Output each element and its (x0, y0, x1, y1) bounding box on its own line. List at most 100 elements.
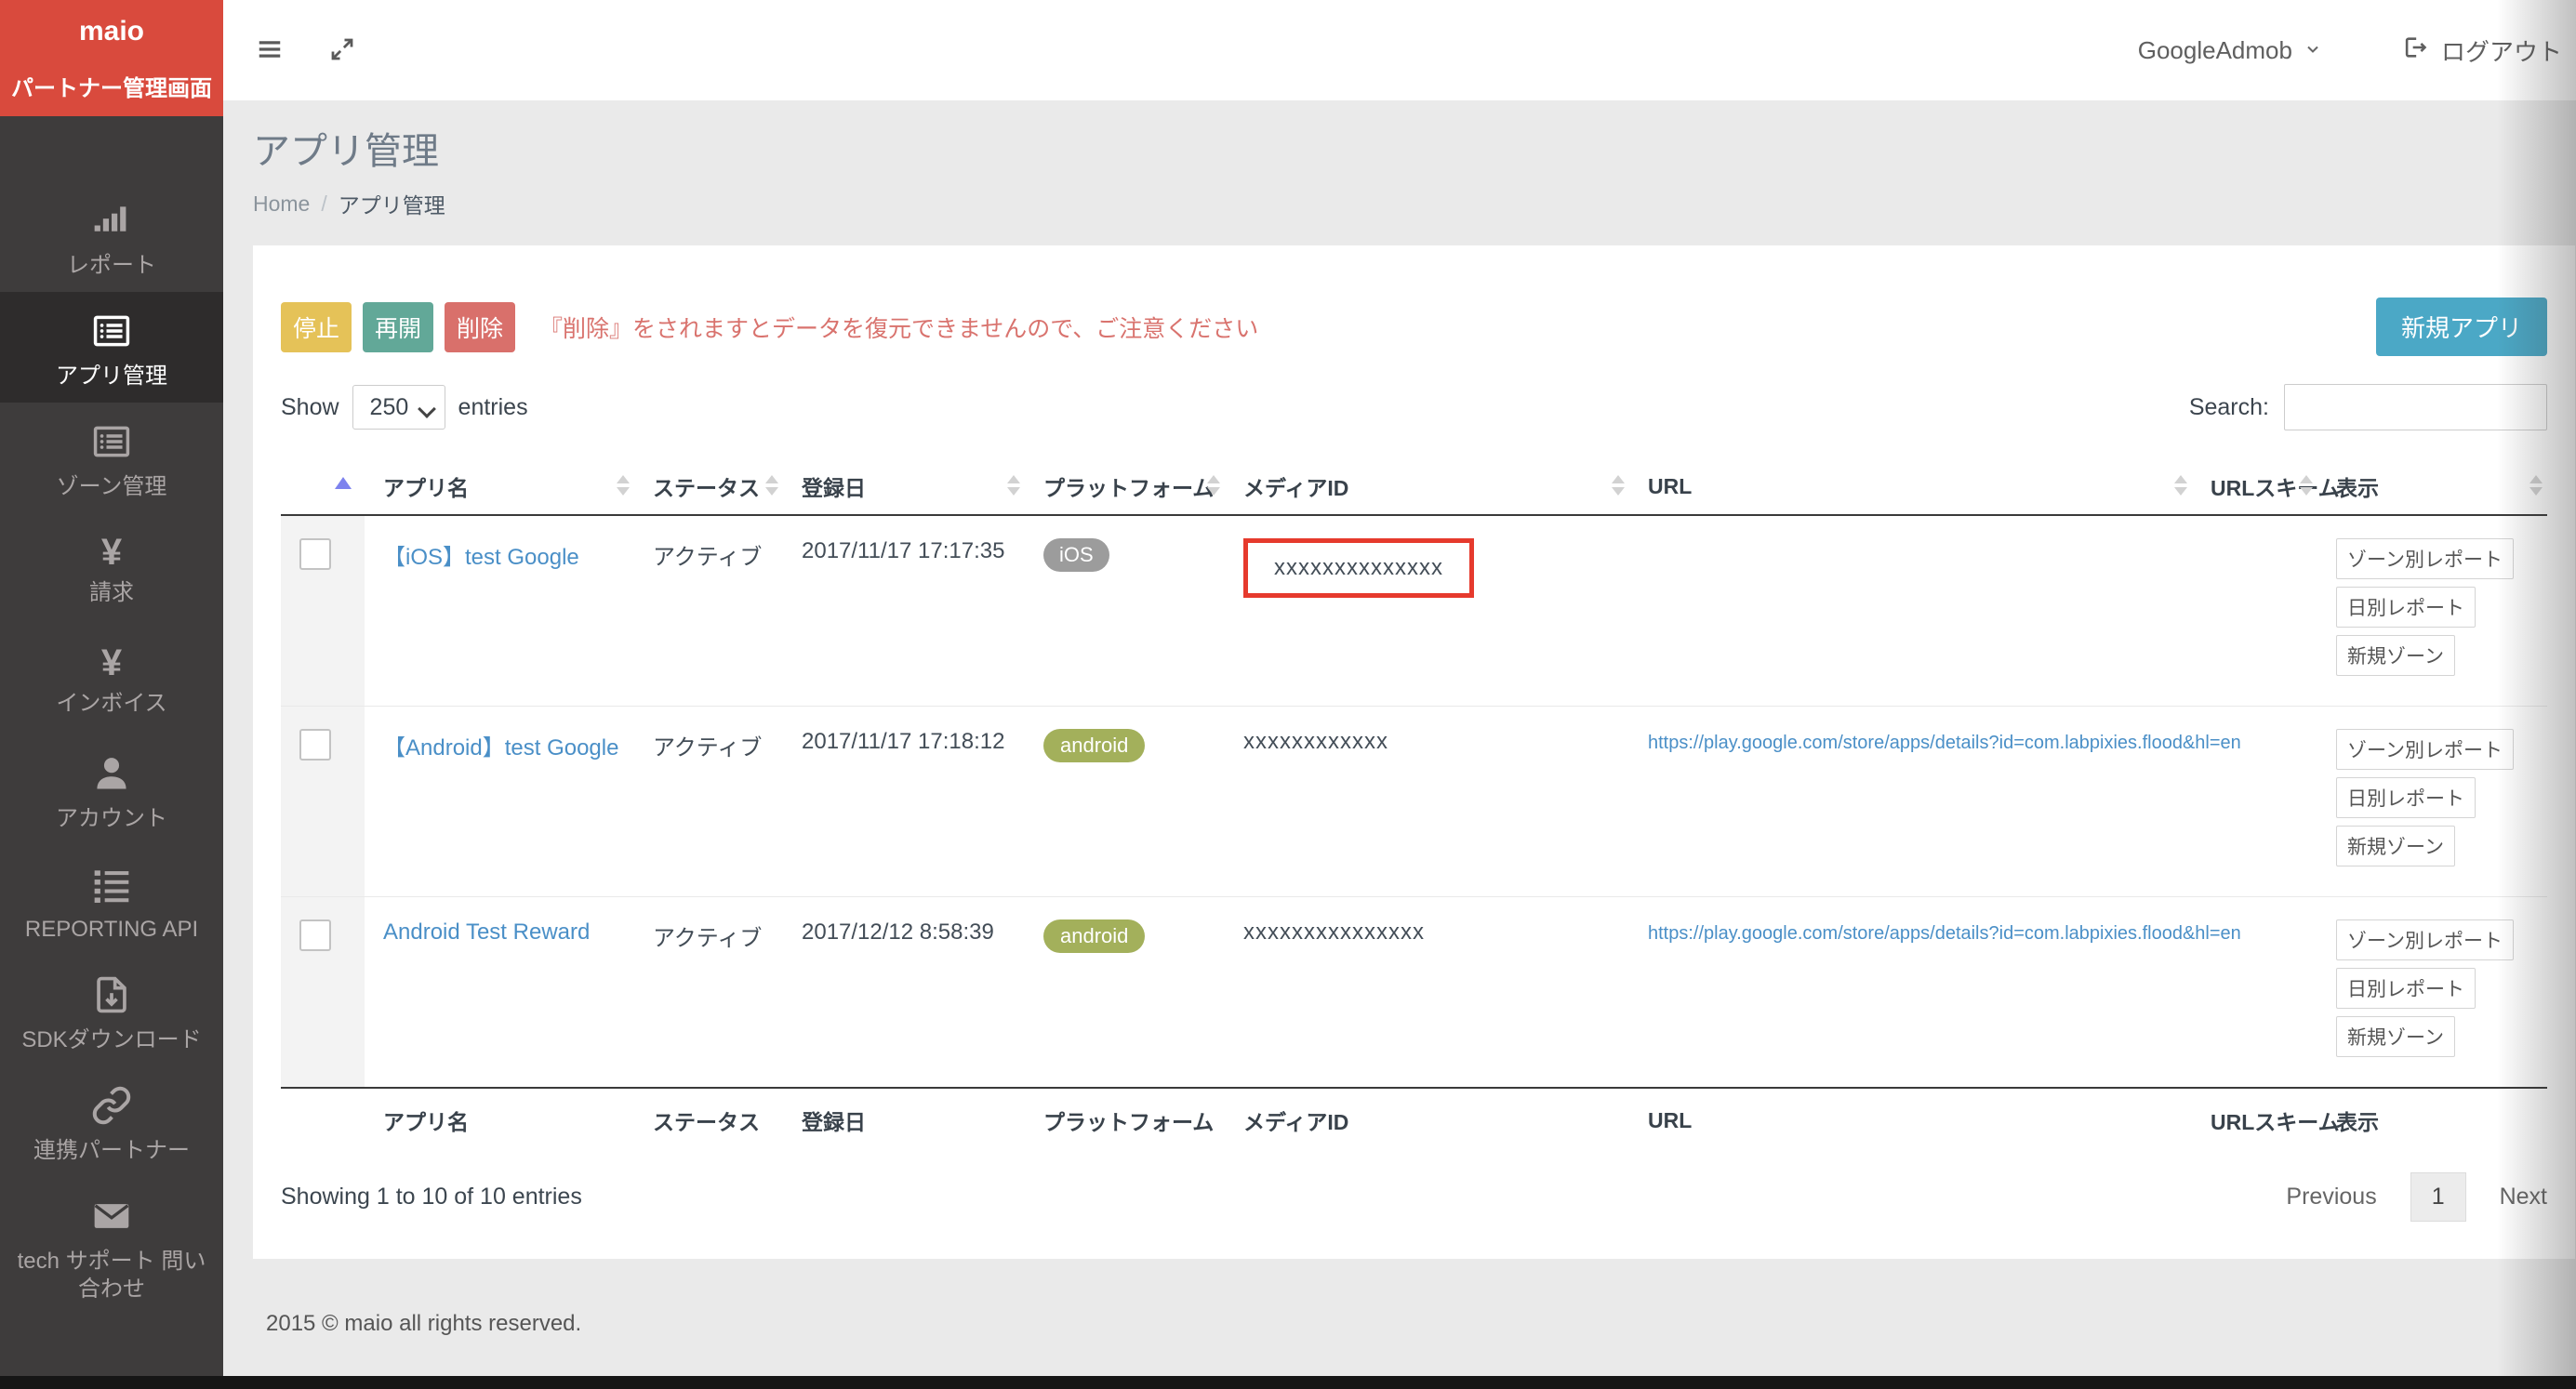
sidebar-item-sdk-download[interactable]: SDKダウンロード (0, 956, 223, 1066)
breadcrumb-separator: / (321, 192, 326, 217)
row-action-button[interactable]: ゾーン別レポート (2336, 538, 2514, 579)
row-checkbox[interactable] (299, 919, 331, 951)
row-action-button[interactable]: 日別レポート (2336, 777, 2476, 818)
sidebar-item-reporting-api[interactable]: REPORTING API (0, 845, 223, 956)
search-input[interactable] (2284, 384, 2547, 430)
list-alt-icon (91, 421, 132, 467)
page-size-select-wrap: 250 (352, 385, 445, 430)
row-actions-cell: ゾーン別レポート日別レポート新規ゾーン (2317, 515, 2547, 707)
stop-button[interactable]: 停止 (281, 302, 352, 352)
list-icon (91, 864, 132, 909)
footer-select-column (281, 1088, 365, 1150)
store-url-link[interactable]: https://play.google.com/store/apps/detai… (1648, 923, 2241, 944)
copyright-text: 2015 © maio all rights reserved. (266, 1311, 581, 1337)
search-area: Search: (2189, 384, 2547, 430)
sidebar-item-label: アカウント (56, 805, 167, 833)
fullscreen-button[interactable] (324, 32, 361, 69)
app-name-link[interactable]: 【Android】test Google (383, 735, 618, 761)
breadcrumb-home-link[interactable]: Home (253, 192, 310, 217)
header-media-id[interactable]: メディアID (1225, 456, 1629, 515)
top-navbar: GoogleAdmob ログアウト (223, 0, 2576, 100)
sidebar-item-tech-support[interactable]: tech サポート 問い合わせ (0, 1177, 223, 1288)
row-action-button[interactable]: ゾーン別レポート (2336, 919, 2514, 960)
sidebar-item-label: レポート (67, 252, 156, 280)
expand-icon (328, 52, 356, 66)
media-id-value: xxxxxxxxxxxxxxx (1243, 919, 1425, 945)
envelope-icon (91, 1196, 132, 1241)
row-action-button[interactable]: 新規ゾーン (2336, 635, 2455, 676)
new-app-button[interactable]: 新規アプリ (2376, 298, 2547, 356)
brand-name: maio (0, 16, 223, 47)
sidebar-item-report[interactable]: レポート (0, 181, 223, 292)
header-platform[interactable]: プラットフォーム (1025, 456, 1225, 515)
row-action-button[interactable]: 新規ゾーン (2336, 826, 2455, 866)
footer-media-id: メディアID (1225, 1088, 1629, 1150)
row-action-button[interactable]: ゾーン別レポート (2336, 729, 2514, 770)
chevron-down-icon (2304, 36, 2322, 65)
header-select-column[interactable] (281, 456, 365, 515)
sort-icons (765, 475, 778, 496)
sort-ascending-icon (335, 477, 352, 489)
header-app-name[interactable]: アプリ名 (365, 456, 634, 515)
status-cell: アクティブ (634, 707, 783, 897)
sidebar-nav: レポート アプリ管理 ゾーン管理 ¥ 請求 ¥ インボイス (0, 116, 223, 1288)
footer-app-name: アプリ名 (365, 1088, 634, 1150)
store-url-link[interactable]: https://play.google.com/store/apps/detai… (1648, 733, 2241, 753)
pagination: Previous 1 Next (2286, 1172, 2547, 1222)
row-action-button[interactable]: 日別レポート (2336, 587, 2476, 628)
hamburger-icon (256, 52, 284, 66)
search-label: Search: (2189, 394, 2269, 421)
footer-display: 表示 (2317, 1088, 2547, 1150)
sidebar-item-app-management[interactable]: アプリ管理 (0, 292, 223, 403)
sort-icons (2300, 475, 2313, 496)
apps-table: アプリ名 ステータス 登録日 プラットフォーム メディアID URL URLスキ… (281, 456, 2547, 1150)
header-status[interactable]: ステータス (634, 456, 783, 515)
media-id-value: xxxxxxxxxxxx (1243, 729, 1388, 754)
row-checkbox[interactable] (299, 729, 331, 761)
sidebar-item-billing[interactable]: ¥ 請求 (0, 513, 223, 624)
sort-icons (1612, 475, 1625, 496)
sidebar-item-invoice[interactable]: ¥ インボイス (0, 624, 223, 734)
delete-button[interactable]: 削除 (445, 302, 515, 352)
link-icon (91, 1085, 132, 1131)
url-scheme-cell (2192, 515, 2317, 707)
entries-info: Showing 1 to 10 of 10 entries (281, 1184, 582, 1210)
sidebar-item-label: tech サポート 問い合わせ (13, 1248, 210, 1303)
sidebar-item-account[interactable]: アカウント (0, 734, 223, 845)
row-action-button[interactable]: 新規ゾーン (2336, 1016, 2455, 1057)
footer-registered: 登録日 (783, 1088, 1025, 1150)
row-actions-cell: ゾーン別レポート日別レポート新規ゾーン (2317, 707, 2547, 897)
sort-icons (1207, 475, 1220, 496)
content-panel: 停止 再開 削除 『削除』をされますとデータを復元できませんので、ご注意ください… (253, 245, 2575, 1259)
header-url-scheme[interactable]: URLスキーム (2192, 456, 2317, 515)
sidebar-item-label: インボイス (56, 690, 166, 718)
breadcrumb: Home / アプリ管理 (253, 188, 2576, 219)
row-actions-cell: ゾーン別レポート日別レポート新規ゾーン (2317, 897, 2547, 1089)
sidebar-item-partners[interactable]: 連携パートナー (0, 1066, 223, 1177)
page-title: アプリ管理 (253, 121, 2576, 175)
logout-button[interactable]: ログアウト (2402, 33, 2562, 68)
resume-button[interactable]: 再開 (363, 302, 433, 352)
row-action-button[interactable]: 日別レポート (2336, 968, 2476, 1009)
platform-badge: android (1043, 919, 1145, 953)
window-bottom-bar (0, 1376, 2576, 1389)
sidebar-toggle-button[interactable] (251, 32, 288, 69)
previous-page-button[interactable]: Previous (2286, 1184, 2376, 1210)
brand-subtitle: パートナー管理画面 (0, 70, 223, 102)
table-row: 【Android】test Google アクティブ 2017/11/17 17… (281, 707, 2547, 897)
platform-badge: iOS (1043, 538, 1109, 572)
page-size-select[interactable]: 250 (352, 385, 445, 430)
page-number-button[interactable]: 1 (2410, 1172, 2466, 1222)
header-display[interactable]: 表示 (2317, 456, 2547, 515)
app-name-link[interactable]: 【iOS】test Google (383, 545, 579, 570)
header-url[interactable]: URL (1629, 456, 2192, 515)
header-registered[interactable]: 登録日 (783, 456, 1025, 515)
user-icon (91, 753, 132, 799)
next-page-button[interactable]: Next (2500, 1184, 2547, 1210)
status-cell: アクティブ (634, 515, 783, 707)
app-name-link[interactable]: Android Test Reward (383, 919, 590, 945)
sidebar-item-label: REPORTING API (25, 916, 198, 944)
account-dropdown[interactable]: GoogleAdmob (2138, 36, 2322, 65)
sidebar-item-zone-management[interactable]: ゾーン管理 (0, 403, 223, 513)
row-checkbox[interactable] (299, 538, 331, 570)
